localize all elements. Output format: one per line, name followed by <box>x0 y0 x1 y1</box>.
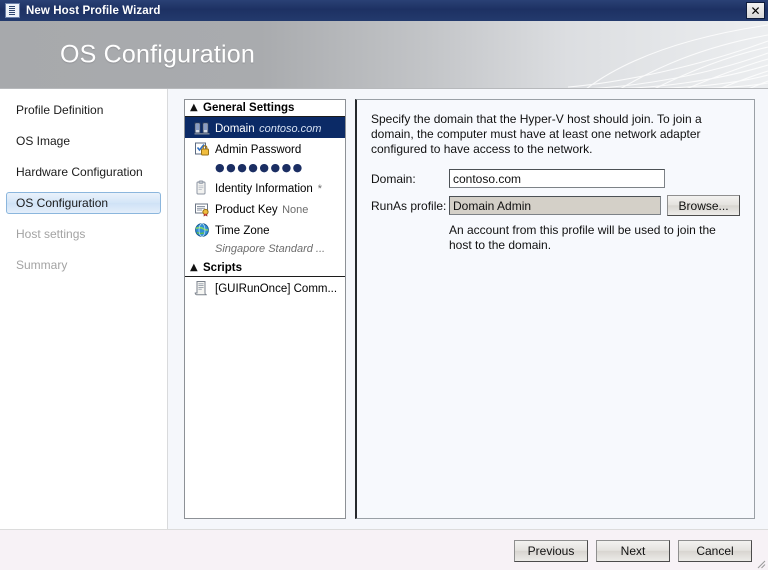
tree-section-label: Scripts <box>203 262 242 274</box>
domain-input[interactable] <box>449 169 665 188</box>
product-key-certificate-icon <box>194 201 210 217</box>
identity-tag-icon <box>194 180 210 196</box>
sidebar-item-hardware-configuration[interactable]: Hardware Configuration <box>6 161 161 183</box>
tree-item-identity-information[interactable]: Identity Information * <box>185 177 345 198</box>
runas-profile-value: Domain Admin <box>449 196 662 215</box>
tree-item-value: None <box>282 204 309 216</box>
banner-mesh-decoration <box>567 24 768 89</box>
settings-tree-panel[interactable]: ▲ General Settings Domain contoso.com Ad… <box>184 99 346 519</box>
tree-item-label: Identity Information <box>215 183 313 195</box>
wizard-footer: Previous Next Cancel <box>0 529 768 570</box>
sidebar-item-os-configuration[interactable]: OS Configuration <box>6 192 161 214</box>
wizard-step-sidebar: Profile Definition OS Image Hardware Con… <box>0 89 168 529</box>
tree-item-texts: Admin Password ●●●●●●●● <box>215 140 342 176</box>
globe-clock-icon <box>194 222 210 238</box>
sidebar-item-summary: Summary <box>6 254 161 276</box>
tree-item-value: Singapore Standard ... <box>215 243 326 255</box>
settings-detail-panel: Specify the domain that the Hyper-V host… <box>355 99 755 519</box>
chevron-up-icon[interactable]: ▲ <box>190 263 203 273</box>
sidebar-item-profile-definition[interactable]: Profile Definition <box>6 99 161 121</box>
next-button[interactable]: Next <box>596 540 670 562</box>
sidebar-item-label: Host settings <box>16 227 86 241</box>
tree-item-texts: Identity Information * <box>215 179 342 197</box>
wizard-body: Profile Definition OS Image Hardware Con… <box>0 89 768 529</box>
tree-item-label: [GUIRunOnce] Comm... <box>215 283 338 295</box>
domain-label: Domain: <box>371 171 416 186</box>
tree-item-domain[interactable]: Domain contoso.com <box>185 117 345 138</box>
cancel-button[interactable]: Cancel <box>678 540 752 562</box>
sidebar-item-label: Hardware Configuration <box>16 165 143 179</box>
password-lock-icon <box>194 141 210 157</box>
tree-item-admin-password[interactable]: Admin Password ●●●●●●●● <box>185 138 345 177</box>
window-title: New Host Profile Wizard <box>26 4 161 17</box>
tree-item-label: Admin Password <box>215 144 302 156</box>
tree-section-scripts[interactable]: ▲ Scripts <box>185 260 345 277</box>
window-titlebar: New Host Profile Wizard ✕ <box>0 0 768 21</box>
tree-item-texts: Time Zone Singapore Standard ... <box>215 221 342 257</box>
resize-grip-icon[interactable] <box>754 557 766 569</box>
page-title: OS Configuration <box>60 40 255 69</box>
browse-button[interactable]: Browse... <box>667 195 740 216</box>
tree-section-label: General Settings <box>203 102 295 114</box>
tree-item-time-zone[interactable]: Time Zone Singapore Standard ... <box>185 219 345 258</box>
domain-field-row: Domain: <box>371 169 740 188</box>
sidebar-item-label: Summary <box>16 258 68 272</box>
tree-item-label: Product Key <box>215 204 278 216</box>
tree-item-product-key[interactable]: Product Key None <box>185 198 345 219</box>
close-icon[interactable]: ✕ <box>746 2 765 19</box>
sidebar-item-label: OS Configuration <box>16 196 109 210</box>
footer-button-group: Previous Next Cancel <box>514 540 752 562</box>
wizard-window: New Host Profile Wizard ✕ OS Configurati… <box>0 0 768 570</box>
previous-button[interactable]: Previous <box>514 540 588 562</box>
tree-item-value: contoso.com <box>259 123 322 135</box>
tree-item-value: ●●●●●●●● <box>215 161 304 174</box>
sidebar-item-os-image[interactable]: OS Image <box>6 130 161 152</box>
tree-item-texts: [GUIRunOnce] Comm... <box>215 279 342 297</box>
sidebar-item-label: OS Image <box>16 134 71 148</box>
tree-item-guirunonce-command[interactable]: [GUIRunOnce] Comm... <box>185 277 345 298</box>
runas-profile-label: RunAs profile: <box>371 198 447 213</box>
sidebar-item-host-settings: Host settings <box>6 223 161 245</box>
tree-item-value: * <box>317 183 322 195</box>
document-icon <box>5 3 20 18</box>
domain-servers-icon <box>194 120 210 136</box>
tree-item-label: Domain <box>215 123 255 135</box>
chevron-up-icon[interactable]: ▲ <box>190 103 203 113</box>
tree-item-texts: Product Key None <box>215 200 342 218</box>
tree-item-label: Time Zone <box>215 225 270 237</box>
runas-profile-field-row: RunAs profile: Domain Admin Browse... <box>371 195 740 216</box>
tree-section-general-settings[interactable]: ▲ General Settings <box>185 100 345 117</box>
panel-description: Specify the domain that the Hyper-V host… <box>371 112 702 156</box>
sidebar-item-label: Profile Definition <box>16 103 104 117</box>
tree-item-texts: Domain contoso.com <box>215 119 342 137</box>
runas-profile-hint: An account from this profile will be use… <box>449 223 716 252</box>
script-document-icon <box>194 280 210 296</box>
page-banner: OS Configuration <box>0 21 768 89</box>
